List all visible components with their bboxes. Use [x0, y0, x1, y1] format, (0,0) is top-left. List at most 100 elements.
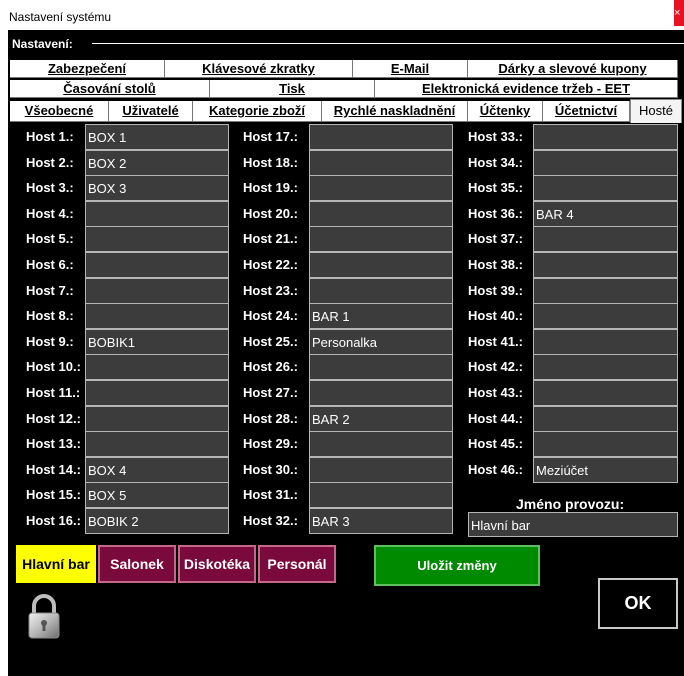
host-name-input[interactable]: Personalka	[309, 328, 453, 355]
host-label: Host 25.:	[243, 333, 298, 349]
host-label: Host 46.:	[468, 461, 523, 477]
tab-tisk[interactable]: Tisk	[210, 80, 375, 98]
host-name-input[interactable]	[533, 124, 678, 150]
host-name-input[interactable]	[85, 277, 229, 304]
tab-uctenky[interactable]: Účtenky	[468, 101, 543, 122]
host-name-input[interactable]	[309, 124, 453, 150]
host-label: Host 15.:	[26, 487, 81, 503]
host-name-input[interactable]	[85, 431, 229, 458]
host-name-input[interactable]: BAR 3	[309, 508, 453, 534]
tab-label: Elektronická evidence tržeb - EET	[421, 81, 631, 96]
tab-email[interactable]: E-Mail	[353, 60, 468, 78]
host-name-input[interactable]	[309, 277, 453, 304]
close-button[interactable]: ×	[674, 0, 684, 26]
save-changes-button[interactable]: Uložit změny	[374, 545, 540, 586]
tab-label: Klávesové zkratky	[202, 61, 315, 76]
host-label: Host 37.:	[468, 231, 523, 247]
host-name-input[interactable]: BOX 5	[85, 482, 229, 509]
tab-darky-kupony[interactable]: Dárky a slevové kupony	[468, 60, 678, 78]
host-name-input[interactable]	[85, 405, 229, 432]
host-name-input[interactable]: BOBIK 2	[85, 508, 229, 534]
tab-eet[interactable]: Elektronická evidence tržeb - EET	[375, 80, 678, 98]
host-name-input[interactable]	[533, 277, 678, 304]
host-label: Host 29.:	[243, 436, 298, 452]
host-name-input[interactable]	[533, 380, 678, 406]
tab-kategorie-zbozi[interactable]: Kategorie zboží	[193, 101, 322, 122]
tab-hoste[interactable]: Hosté	[630, 99, 682, 123]
tab-label: Tisk	[279, 81, 305, 96]
host-label: Host 5.:	[26, 231, 74, 247]
zone-button-salonek[interactable]: Salonek	[98, 545, 176, 583]
host-label: Host 27.:	[243, 385, 298, 400]
host-name-input[interactable]	[533, 252, 678, 278]
host-label: Host 34.:	[468, 154, 523, 170]
venue-name-label: Jméno provozu:	[516, 496, 625, 512]
host-name-input[interactable]	[309, 431, 453, 458]
host-label: Host 38.:	[468, 257, 523, 272]
host-label: Host 44.:	[468, 410, 523, 426]
host-name-input[interactable]	[85, 226, 229, 253]
host-name-input[interactable]	[309, 482, 453, 509]
host-label: Host 41.:	[468, 333, 523, 349]
host-label: Host 19.:	[243, 180, 298, 196]
zone-button-diskoteka[interactable]: Diskotéka	[178, 545, 256, 583]
host-name-input[interactable]	[533, 175, 678, 202]
host-label: Host 35.:	[468, 180, 523, 196]
ok-button[interactable]: OK	[598, 578, 678, 629]
host-name-input[interactable]	[85, 354, 229, 381]
host-name-input[interactable]	[309, 149, 453, 176]
host-name-input[interactable]: Meziúčet	[533, 456, 678, 483]
host-name-input[interactable]	[85, 252, 229, 278]
host-label: Host 24.:	[243, 308, 298, 324]
host-label: Host 9.:	[26, 333, 74, 349]
host-name-input[interactable]	[533, 354, 678, 381]
host-name-input[interactable]	[309, 354, 453, 381]
host-name-input[interactable]: BOX 4	[85, 456, 229, 483]
tab-label: Kategorie zboží	[208, 103, 306, 118]
host-name-input[interactable]	[85, 200, 229, 227]
host-name-input[interactable]	[309, 226, 453, 253]
group-label: Nastavení:	[12, 37, 73, 51]
host-label: Host 40.:	[468, 308, 523, 324]
host-name-input[interactable]: BOX 1	[85, 124, 229, 150]
host-label: Host 12.:	[26, 410, 81, 426]
tab-label: Všeobecné	[24, 103, 94, 118]
host-label: Host 28.:	[243, 410, 298, 426]
tab-casovani-stolu[interactable]: Časování stolů	[10, 80, 210, 98]
host-label: Host 39.:	[468, 282, 523, 298]
padlock-icon[interactable]	[26, 594, 62, 640]
host-name-input[interactable]	[85, 380, 229, 406]
host-name-input[interactable]	[533, 328, 678, 355]
host-name-input[interactable]	[85, 303, 229, 330]
zone-button-hlavni-bar[interactable]: Hlavní bar	[16, 545, 96, 583]
host-name-input[interactable]	[533, 149, 678, 176]
tab-ucetnictvi[interactable]: Účetnictví	[543, 101, 630, 122]
host-name-input[interactable]	[309, 200, 453, 227]
venue-name-input[interactable]: Hlavní bar	[468, 512, 678, 537]
host-label: Host 20.:	[243, 205, 298, 221]
host-name-input[interactable]	[533, 431, 678, 458]
host-name-input[interactable]: BOX 2	[85, 149, 229, 176]
host-label: Host 6.:	[26, 257, 74, 272]
tab-label: Účtenky	[479, 103, 531, 118]
host-label: Host 43.:	[468, 385, 523, 400]
host-name-input[interactable]	[309, 380, 453, 406]
host-name-input[interactable]	[533, 405, 678, 432]
host-name-input[interactable]: BAR 2	[309, 405, 453, 432]
tab-uzivatele[interactable]: Uživatelé	[109, 101, 193, 122]
host-label: Host 30.:	[243, 461, 298, 477]
host-name-input[interactable]	[533, 303, 678, 330]
host-name-input[interactable]: BAR 4	[533, 200, 678, 227]
host-name-input[interactable]	[309, 252, 453, 278]
tab-klavesove-zkratky[interactable]: Klávesové zkratky	[165, 60, 353, 78]
host-name-input[interactable]: BAR 1	[309, 303, 453, 330]
host-name-input[interactable]	[309, 456, 453, 483]
tab-rychle-naskladneni[interactable]: Rychlé naskladnění	[322, 101, 468, 122]
zone-button-personal[interactable]: Personál	[258, 545, 336, 583]
tab-zabezpeceni[interactable]: Zabezpečení	[10, 60, 165, 78]
host-name-input[interactable]	[309, 175, 453, 202]
tab-vseobecne[interactable]: Všeobecné	[10, 101, 109, 122]
host-name-input[interactable]: BOX 3	[85, 175, 229, 202]
host-name-input[interactable]	[533, 226, 678, 253]
host-name-input[interactable]: BOBIK1	[85, 328, 229, 355]
